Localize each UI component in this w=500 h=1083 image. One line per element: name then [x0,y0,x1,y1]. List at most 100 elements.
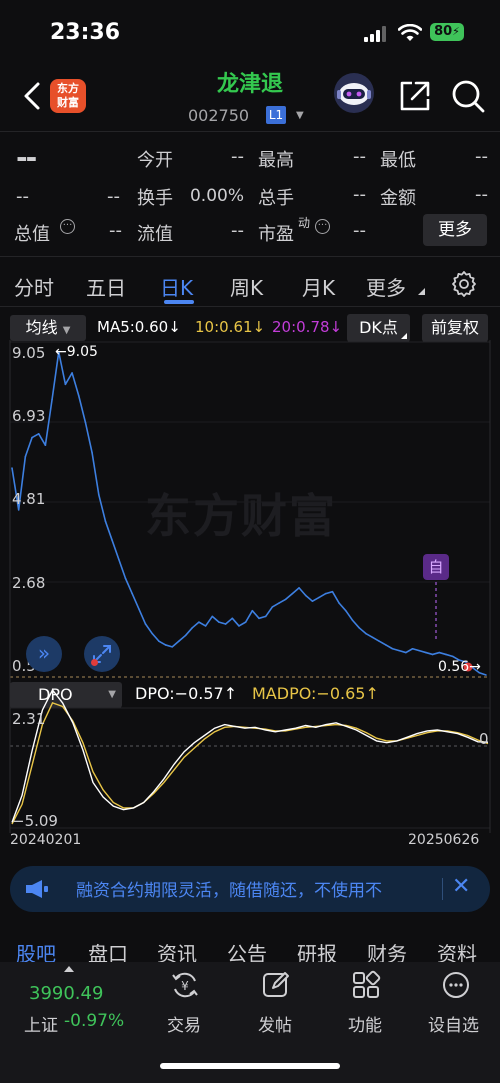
dpo-y-top: 2.31 [12,710,46,728]
high-marker-label: ←9.05 [55,344,98,360]
price-data-point [204,625,207,627]
price-data-point [138,608,140,610]
more-circle-icon[interactable] [441,970,471,1000]
price-data-point [304,594,307,597]
price-data-point [485,674,487,676]
quote-label-high: 最高 [258,150,294,171]
quote-label-volume: 总手 [258,188,294,209]
price-data-point [191,627,194,629]
price-data-point [351,619,354,622]
price-data-point [291,592,294,595]
yen-swap-icon[interactable]: ¥ [170,970,200,1000]
quote-value-pe: -- [353,220,366,241]
quote-value-high: -- [353,146,366,167]
quote-value-turnover: 0.00% [189,186,244,206]
active-tab-underline [164,300,194,304]
share-icon[interactable] [398,79,432,113]
signal-badge[interactable]: 自 [423,554,449,580]
nav-trade-label[interactable]: 交易 [167,1011,201,1036]
price-data-point [365,632,367,635]
banner-divider [442,878,443,900]
price-data-point [358,627,360,629]
more-quote-button[interactable]: 更多 [423,214,487,246]
change-pct-value: -- [107,186,120,207]
price-chart[interactable] [0,340,500,680]
price-data-point [338,602,340,604]
price-data-point [411,647,414,650]
price-data-point [331,590,334,593]
stock-code[interactable]: 002750 [188,106,249,125]
ma-selector[interactable]: 均线 ▼ [10,315,86,341]
quote-value-low: -- [475,146,488,167]
expand-chart-button[interactable]: » [26,636,62,672]
price-data-point [345,609,347,612]
settings-icon[interactable] [451,271,477,297]
tab-monthly-k[interactable]: 月K [302,272,335,301]
nav-post-label[interactable]: 发帖 [258,1011,292,1036]
price-data-point [425,651,427,654]
quote-label-total-cap: 总值 [14,224,50,245]
wifi-icon [398,24,422,41]
logo-text-1: 东方 [57,82,79,95]
price-data-point [84,421,87,424]
price-data-point [171,646,174,648]
board-badge: L1 [266,106,286,124]
back-button[interactable] [18,78,48,114]
tab-five-day[interactable]: 五日 [86,272,126,301]
price-data-point [124,577,127,580]
price-value: -- [16,141,37,174]
index-name: 上证 [24,1016,58,1036]
price-data-point [111,539,113,542]
pe-superscript: 动 [298,216,311,230]
quote-label-pe: 市盈 [258,224,294,245]
ma-selector-label: 均线 [25,318,58,337]
nav-functions-label[interactable]: 功能 [348,1011,382,1036]
price-data-point [211,615,214,618]
price-data-point [91,452,93,454]
price-data-point [438,651,441,654]
corner-triangle-icon [418,288,425,295]
notification-dot [91,659,98,666]
price-data-point [324,592,327,595]
robot-assistant-icon[interactable] [332,72,376,114]
dpo-series-line [11,688,489,823]
price-data-point [385,644,387,646]
info-icon[interactable]: ··· [60,219,75,234]
price-data-point [198,621,200,623]
promo-banner-text: 融资合约期限灵活，随借随还，不使用不 [76,881,382,901]
close-icon[interactable]: ✕ [452,874,470,899]
price-data-point [244,621,247,623]
price-data-point [251,609,254,612]
tab-weekly-k[interactable]: 周K [230,272,263,301]
price-data-point [17,509,20,511]
tab-daily-k[interactable]: 日K [160,272,193,301]
price-data-point [271,606,274,608]
search-icon[interactable] [450,78,486,114]
status-time: 23:36 [50,20,121,45]
price-data-point [77,394,80,397]
dk-point-button[interactable]: DK点 [347,314,410,342]
tab-more[interactable]: 更多 [366,272,406,301]
price-data-point [144,623,147,625]
price-data-point [264,615,267,618]
dpo-chart[interactable] [0,678,500,838]
nav-add-watchlist-label[interactable]: 设自选 [428,1011,479,1036]
corner-triangle-icon [401,333,407,339]
fullscreen-button[interactable] [84,636,120,672]
grid-icon[interactable] [351,970,381,1000]
edit-icon[interactable] [261,970,291,1000]
app-logo[interactable]: 东方 财富 [50,79,86,113]
index-change: -0.97% [64,1011,125,1031]
index-value[interactable]: 3990.49 [29,983,103,1004]
quote-value-float-cap: -- [231,220,244,241]
y-tick-label: 6.93 [12,407,46,425]
caret-down-icon[interactable]: ▼ [296,110,304,121]
price-data-point [445,653,447,656]
battery-indicator: 80⚡ [430,23,464,41]
price-data-point [44,444,47,447]
tab-intraday[interactable]: 分时 [14,272,54,301]
adjust-button[interactable]: 前复权 [422,314,488,342]
svg-text:¥: ¥ [181,979,189,993]
price-data-point [431,653,434,656]
dk-point-label: DK点 [359,318,398,337]
